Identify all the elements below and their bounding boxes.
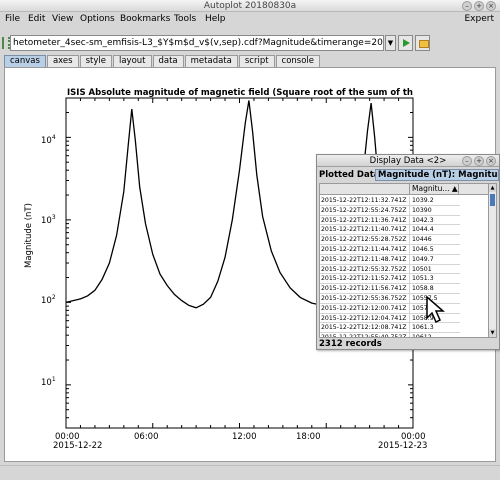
table-row[interactable]: 2015-12-22T12:11:36.741Z 1042.3 xyxy=(320,215,460,226)
time-cell: 2015-12-22T12:11:52.741Z xyxy=(320,274,410,284)
plotted-data-select[interactable]: Magnitude (nT): Magnitude[l xyxy=(375,169,499,181)
dialog-titlebar[interactable]: Display Data <2> – + × xyxy=(317,155,499,167)
minimize-icon[interactable]: – xyxy=(462,156,472,166)
time-cell: 2015-12-22T12:12:04.741Z xyxy=(320,313,410,323)
mouse-pointer-icon xyxy=(426,296,445,324)
magnitude-cell: 1051.3 xyxy=(412,275,434,283)
table-row[interactable]: 2015-12-22T12:55:32.752Z 10501 xyxy=(320,264,460,275)
time-column-header[interactable] xyxy=(320,184,410,195)
table-row[interactable]: 2015-12-22T12:55:40.752Z 10612 xyxy=(320,333,460,338)
plotted-data-label: Plotted Data: xyxy=(319,170,383,180)
time-cell: 2015-12-22T12:11:40.741Z xyxy=(320,225,410,235)
table-row[interactable]: 2015-12-22T12:55:28.752Z 10446 xyxy=(320,235,460,245)
time-cell: 2015-12-22T12:12:00.741Z xyxy=(320,303,410,313)
display-data-dialog[interactable]: Display Data <2> – + × Plotted Data: Mag… xyxy=(316,154,500,350)
status-bar xyxy=(0,465,500,480)
table-row[interactable]: 2015-12-22T12:11:44.741Z 1046.5 xyxy=(320,244,460,255)
close-icon[interactable]: × xyxy=(486,156,496,166)
magnitude-cell: 10446 xyxy=(412,236,432,244)
magnitude-cell: 1046.5 xyxy=(412,245,434,253)
time-cell: 2015-12-22T12:55:32.752Z xyxy=(320,264,410,274)
table-row[interactable]: 2015-12-22T12:11:52.741Z 1051.3 xyxy=(320,274,460,285)
time-cell: 2015-12-22T12:11:32.741Z xyxy=(320,196,410,205)
time-cell: 2015-12-22T12:11:36.741Z xyxy=(320,215,410,225)
time-cell: 2015-12-22T12:55:28.752Z xyxy=(320,235,410,244)
time-cell: 2015-12-22T12:12:08.741Z xyxy=(320,323,410,333)
magnitude-cell: 1042.3 xyxy=(412,216,434,224)
time-cell: 2015-12-22T12:11:48.741Z xyxy=(320,254,410,264)
magnitude-cell: 1061.3 xyxy=(412,324,434,332)
table-row[interactable]: 2015-12-22T12:11:40.741Z 1044.4 xyxy=(320,225,460,236)
scrollbar-thumb[interactable] xyxy=(490,194,495,206)
table-row[interactable]: 2015-12-22T12:55:24.752Z 10390 xyxy=(320,205,460,216)
magnitude-cell: 1039.2 xyxy=(412,197,434,204)
scroll-up-icon[interactable]: ▲ xyxy=(489,184,496,192)
table-row[interactable]: 2015-12-22T12:11:32.741Z 1039.2 xyxy=(320,196,460,206)
time-cell: 2015-12-22T12:55:40.752Z xyxy=(320,333,410,337)
magnitude-column-header[interactable]: Magnitu... ▲ xyxy=(411,184,459,195)
table-row[interactable]: 2015-12-22T12:12:08.741Z 1061.3 xyxy=(320,323,460,334)
time-cell: 2015-12-22T12:55:36.752Z xyxy=(320,293,410,303)
time-cell: 2015-12-22T12:11:56.741Z xyxy=(320,284,410,293)
time-cell: 2015-12-22T12:55:24.752Z xyxy=(320,205,410,215)
table-row[interactable]: 2015-12-22T12:11:48.741Z 1049.7 xyxy=(320,254,460,265)
magnitude-cell: 10501 xyxy=(412,265,432,273)
table-row[interactable]: 2015-12-22T12:11:56.741Z 1058.8 xyxy=(320,284,460,294)
magnitude-cell: 1044.4 xyxy=(412,226,434,234)
scroll-down-icon[interactable]: ▼ xyxy=(489,329,496,337)
magnitude-cell: 10612 xyxy=(412,334,432,338)
magnitude-cell: 1049.7 xyxy=(412,255,434,263)
magnitude-cell: 1058.8 xyxy=(412,285,434,293)
records-count: 2312 records xyxy=(319,339,382,349)
table-scrollbar[interactable]: ▲ ▼ xyxy=(488,183,497,338)
maximize-icon[interactable]: + xyxy=(474,156,484,166)
time-cell: 2015-12-22T12:11:44.741Z xyxy=(320,244,410,254)
table-header: Magnitu... ▲ xyxy=(320,184,488,195)
data-table[interactable]: Magnitu... ▲ 2015-12-22T12:11:32.741Z 103… xyxy=(319,183,489,338)
magnitude-cell: 10390 xyxy=(412,206,432,214)
